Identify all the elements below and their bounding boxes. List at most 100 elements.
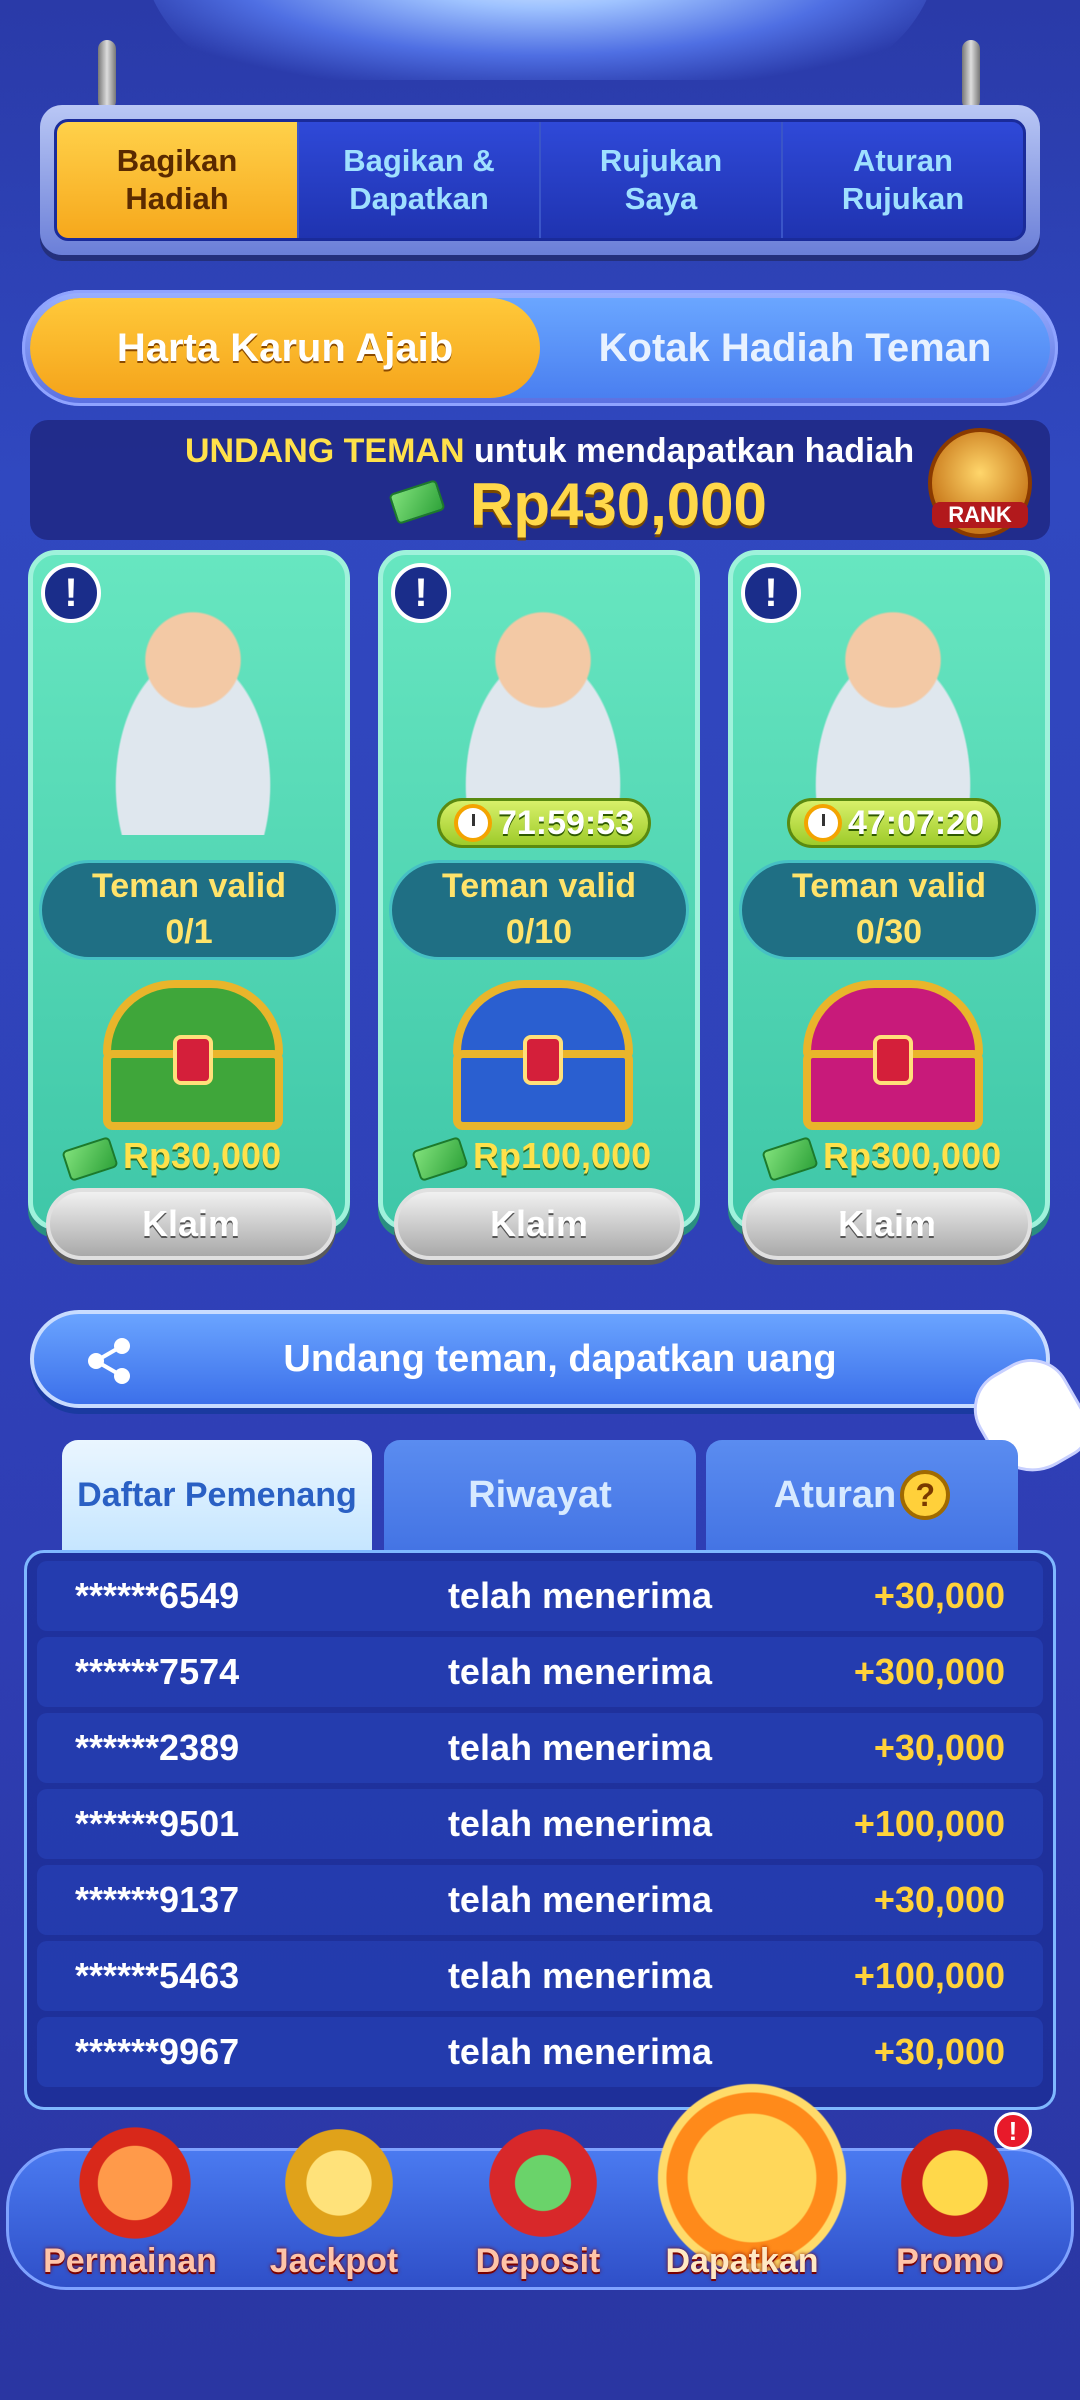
card-reward: Rp100,000	[403, 1135, 693, 1185]
countdown-timer: 71:59:53	[437, 798, 651, 848]
clock-icon	[803, 804, 842, 842]
winner-row: ******7574 telah menerima +300,000	[37, 1637, 1043, 1707]
cash-icon	[388, 479, 446, 525]
nav-dapatkan[interactable]: Dapatkan	[642, 2078, 852, 2308]
timer-value: 71:59:53	[497, 803, 635, 842]
invite-highlight: UNDANG TEMAN	[185, 432, 465, 470]
winner-action: telah menerima	[447, 2031, 713, 2072]
reward-amount: Rp300,000	[823, 1135, 1002, 1176]
invite-banner: UNDANG TEMAN untuk mendapatkan hadiah Rp…	[30, 420, 1050, 540]
winner-id: ******6549	[75, 1575, 240, 1616]
winner-action: telah menerima	[447, 1651, 713, 1692]
winner-action: telah menerima	[447, 1803, 713, 1844]
valid-count: 0/10	[505, 913, 573, 951]
valid-friends-box: Teman valid 0/30	[739, 860, 1039, 960]
winner-amount: +30,000	[873, 1727, 1005, 1768]
claim-button-2[interactable]: Klaim	[394, 1188, 684, 1260]
info-icon[interactable]: !	[391, 563, 451, 623]
winner-row: ******6549 telah menerima +30,000	[37, 1561, 1043, 1631]
winner-action: telah menerima	[447, 1955, 713, 1996]
treasure-chest-icon	[103, 980, 283, 1130]
treasure-chest-icon	[453, 980, 633, 1130]
valid-friends-box: Teman valid 0/1	[39, 860, 339, 960]
tab-aturan-label: Aturan	[773, 1473, 897, 1516]
winner-list: ******6549 telah menerima +30,000 ******…	[24, 1550, 1056, 2110]
winner-row: ******5463 telah menerima +100,000	[37, 1941, 1043, 2011]
reward-amount: Rp100,000	[473, 1135, 652, 1176]
winner-amount: +300,000	[853, 1651, 1005, 1692]
winner-id: ******9137	[75, 1879, 240, 1920]
claim-button-3[interactable]: Klaim	[742, 1188, 1032, 1260]
winner-row: ******9137 telah menerima +30,000	[37, 1865, 1043, 1935]
top-tab-bar: Bagikan Hadiah Bagikan & Dapatkan Rujuka…	[40, 105, 1040, 255]
rank-label: RANK	[932, 502, 1028, 528]
info-icon[interactable]: !	[741, 563, 801, 623]
tab-riwayat[interactable]: Riwayat	[384, 1440, 696, 1550]
winner-row: ******9967 telah menerima +30,000	[37, 2017, 1043, 2087]
invite-subtext: untuk mendapatkan hadiah	[464, 432, 915, 470]
segment-kotak-hadiah[interactable]: Kotak Hadiah Teman	[540, 298, 1050, 398]
winner-amount: +100,000	[853, 1803, 1005, 1844]
valid-label: Teman valid	[442, 867, 636, 905]
invite-text: UNDANG TEMAN untuk mendapatkan hadiah	[185, 432, 914, 471]
trophy-icon	[274, 2118, 404, 2248]
timer-value: 47:07:20	[847, 803, 985, 842]
claim-button-1[interactable]: Klaim	[46, 1188, 336, 1260]
valid-count: 0/30	[855, 913, 923, 951]
nav-label: Promo	[896, 2242, 1004, 2280]
segment-harta-karun[interactable]: Harta Karun Ajaib	[30, 298, 540, 398]
winner-id: ******5463	[75, 1955, 240, 1996]
gift-basket-icon	[478, 2118, 608, 2248]
share-button-label: Undang teman, dapatkan uang	[283, 1337, 837, 1380]
valid-friends-box: Teman valid 0/10	[389, 860, 689, 960]
character-illustration	[73, 585, 313, 835]
segmented-control: Harta Karun Ajaib Kotak Hadiah Teman	[22, 290, 1058, 406]
share-icon	[88, 1338, 130, 1384]
winner-amount: +30,000	[873, 1575, 1005, 1616]
nav-permainan[interactable]: Permainan	[30, 2108, 230, 2308]
clock-icon	[453, 804, 492, 842]
valid-count: 0/1	[165, 913, 213, 951]
winner-row: ******9501 telah menerima +100,000	[37, 1789, 1043, 1859]
nav-label: Jackpot	[269, 2242, 399, 2280]
nav-label: Deposit	[475, 2242, 601, 2280]
winner-amount: +100,000	[853, 1955, 1005, 1996]
header-decoration	[140, 0, 940, 80]
tab-aturan[interactable]: Aturan ?	[706, 1440, 1018, 1550]
winner-id: ******7574	[75, 1651, 240, 1692]
cash-icon	[61, 1136, 119, 1182]
tab-bagikan-hadiah[interactable]: Bagikan Hadiah	[57, 122, 297, 238]
hook-right-decoration	[962, 40, 980, 110]
nav-jackpot[interactable]: Jackpot	[234, 2108, 434, 2308]
winner-row: ******2389 telah menerima +30,000	[37, 1713, 1043, 1783]
tab-rujukan-saya[interactable]: Rujukan Saya	[539, 122, 781, 238]
reward-card-1: ! Teman valid 0/1 Rp30,000	[28, 550, 350, 1230]
card-reward: Rp30,000	[53, 1135, 343, 1185]
nav-deposit[interactable]: Deposit	[438, 2108, 638, 2308]
winner-amount: +30,000	[873, 2031, 1005, 2072]
winner-action: telah menerima	[447, 1879, 713, 1920]
treasure-chest-icon	[803, 980, 983, 1130]
winner-id: ******9967	[75, 2031, 240, 2072]
valid-label: Teman valid	[92, 867, 286, 905]
question-mark-icon: ?	[900, 1470, 951, 1520]
cash-icon	[411, 1136, 469, 1182]
hook-left-decoration	[98, 40, 116, 110]
cash-icon	[761, 1136, 819, 1182]
winner-action: telah menerima	[447, 1727, 713, 1768]
total-reward-amount: Rp430,000	[470, 471, 767, 538]
tab-aturan-rujukan[interactable]: Aturan Rujukan	[781, 122, 1023, 238]
card-reward: Rp300,000	[753, 1135, 1043, 1185]
invite-share-button[interactable]: Undang teman, dapatkan uang	[30, 1310, 1050, 1408]
winner-action: telah menerima	[447, 1575, 713, 1616]
rank-icon[interactable]: RANK	[928, 428, 1032, 538]
reward-card-2: ! 71:59:53 Teman valid 0/10 Rp100,000	[378, 550, 700, 1230]
promo-notification-badge: !	[994, 2112, 1032, 2150]
tab-bagikan-dapatkan[interactable]: Bagikan & Dapatkan	[297, 122, 539, 238]
info-icon[interactable]: !	[41, 563, 101, 623]
valid-label: Teman valid	[792, 867, 986, 905]
slot-machine-icon	[70, 2118, 200, 2248]
winner-amount: +30,000	[873, 1879, 1005, 1920]
tab-daftar-pemenang[interactable]: Daftar Pemenang	[62, 1440, 372, 1550]
winner-id: ******2389	[75, 1727, 240, 1768]
